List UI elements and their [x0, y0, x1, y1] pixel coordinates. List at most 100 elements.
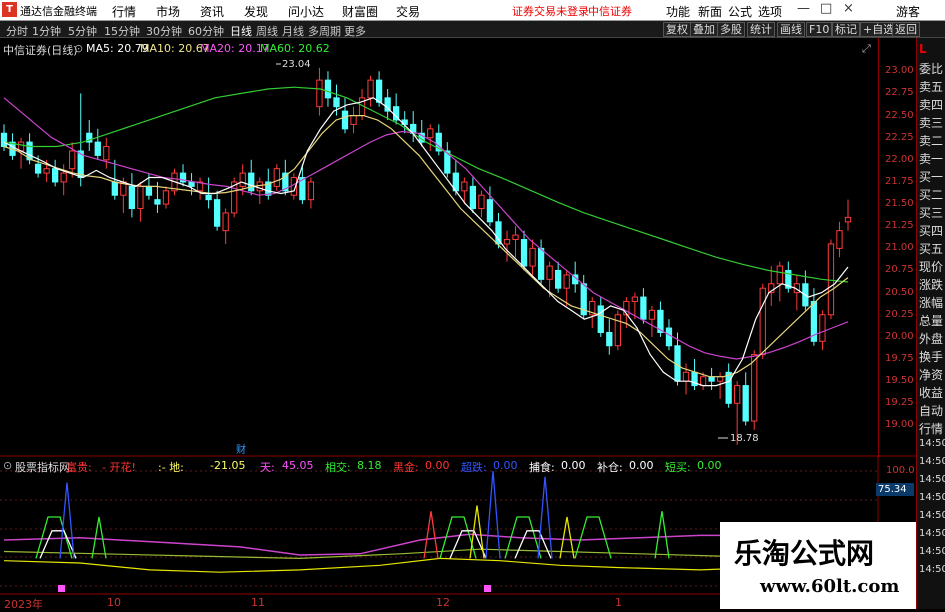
finance-marker[interactable]: 财 — [236, 441, 246, 456]
high-price-label: 23.04 — [282, 59, 311, 70]
x-axis-year: 2023年 — [4, 598, 43, 611]
candle-body — [563, 274, 570, 289]
indicator-field-value: 0.00 — [425, 459, 450, 472]
panel-item: 买一 — [919, 170, 944, 184]
panel-item: 14:50 — [919, 528, 945, 539]
candle-body — [716, 376, 724, 382]
indicator-name[interactable]: 股票指标网 — [15, 459, 70, 475]
kline-chart[interactable] — [0, 0, 945, 609]
panel-item: 14:50 — [919, 546, 945, 557]
candle-body — [836, 230, 843, 249]
candle-body — [844, 216, 852, 223]
indicator-field-label: 超跌: — [461, 461, 487, 474]
x-axis-oct: 10 — [107, 596, 121, 609]
candle-body — [94, 141, 101, 156]
indicator-settings-icon[interactable]: ⊙ — [3, 459, 12, 472]
indicator-field-label: 相交: — [325, 461, 351, 474]
candle-body — [597, 305, 604, 333]
candle-body — [606, 331, 613, 347]
indicator-signal — [514, 530, 552, 559]
price-tick: 20.00 — [885, 330, 914, 342]
panel-item[interactable]: 自动 — [919, 402, 943, 419]
watermark-url: www.60lt.com — [760, 576, 900, 597]
indicator-field-label: 短买: — [665, 461, 691, 474]
panel-item: 买二 — [919, 188, 944, 202]
indicator-field-label: 补仓: — [597, 461, 623, 474]
indicator-title: ⊙ 股票指标网 富贵: - 开花!:- 地: -21.05 天: 45.05 相交: 8.1… — [0, 459, 878, 475]
candle-body — [614, 314, 621, 347]
panel-item: 收益 — [919, 386, 944, 400]
candle-body — [239, 172, 246, 187]
indicator-signal — [91, 516, 107, 559]
candle-body — [103, 146, 110, 161]
candle-body — [759, 287, 766, 356]
panel-item: 现价 — [919, 260, 944, 274]
candle-body — [682, 371, 690, 382]
candle-body — [307, 181, 315, 201]
candle-body — [341, 110, 349, 130]
candle-body — [640, 296, 647, 320]
panel-item: 卖五 — [919, 80, 944, 94]
price-tick: 23.00 — [885, 65, 914, 77]
candle-body — [529, 247, 536, 267]
candle-body — [495, 221, 502, 245]
candle-body — [137, 185, 144, 210]
panel-item: 涨跌 — [919, 278, 944, 292]
indicator-field-label: :- 地: — [158, 461, 184, 474]
panel-item: 总量 — [919, 314, 944, 328]
candle-body — [631, 296, 639, 302]
indicator-field-label: 捕食: — [529, 461, 555, 474]
candle-body — [248, 172, 255, 192]
indicator-field-value: 0.00 — [493, 459, 518, 472]
panel-item: 买三 — [919, 206, 944, 220]
candle-body — [734, 385, 741, 404]
price-tick: 22.50 — [885, 109, 914, 121]
indicator-tick: 100.0 — [886, 465, 915, 476]
candle-body — [827, 243, 835, 316]
indicator-field-label: 富贵: — [66, 461, 92, 474]
candle-body — [256, 181, 263, 192]
candle-body — [205, 194, 212, 201]
candle-body — [188, 181, 195, 187]
price-tick: 20.25 — [885, 308, 914, 320]
candle-body — [819, 314, 826, 342]
panel-item[interactable]: 行情 — [919, 420, 943, 437]
candle-body — [725, 371, 732, 404]
candle-body — [520, 239, 528, 267]
candle-body — [367, 79, 374, 99]
price-tick: 20.75 — [885, 264, 914, 276]
candle-body — [333, 97, 340, 108]
price-tick: 19.00 — [885, 419, 914, 431]
candle-body — [154, 199, 161, 205]
panel-item: 卖四 — [919, 98, 944, 112]
candle-body — [0, 132, 8, 148]
price-tick: 19.25 — [885, 397, 914, 409]
ma10-line — [3, 114, 849, 378]
signal-marker — [58, 585, 65, 592]
indicator-field-value: 0.00 — [697, 459, 722, 472]
price-tick: 22.75 — [885, 87, 914, 99]
candle-body — [213, 199, 221, 227]
panel-item: 换手 — [919, 350, 944, 364]
price-tick: 20.50 — [885, 286, 914, 298]
panel-item: 14:50 — [919, 474, 945, 485]
price-tick: 22.25 — [885, 131, 914, 143]
ma5-line — [3, 97, 849, 387]
panel-item: 买四 — [919, 224, 944, 238]
panel-item: 卖三 — [919, 116, 944, 130]
candle-body — [43, 168, 50, 174]
price-tick: 22.00 — [885, 153, 914, 165]
candle-body — [52, 168, 59, 183]
panel-item: 14:50 — [919, 492, 945, 503]
panel-item: 外盘 — [919, 332, 944, 346]
candle-body — [486, 199, 494, 223]
indicator-field-value: -21.05 — [210, 459, 246, 472]
candle-body — [222, 212, 229, 232]
candle-body — [461, 181, 468, 192]
watermark: 乐淘公式网 www.60lt.com — [720, 522, 916, 609]
candle-body — [554, 269, 562, 289]
panel-toggle-icon[interactable]: L — [919, 42, 927, 56]
indicator-field-label: - 开花! — [102, 461, 136, 474]
candle-body — [742, 385, 749, 422]
panel-item: 卖一 — [919, 152, 944, 166]
